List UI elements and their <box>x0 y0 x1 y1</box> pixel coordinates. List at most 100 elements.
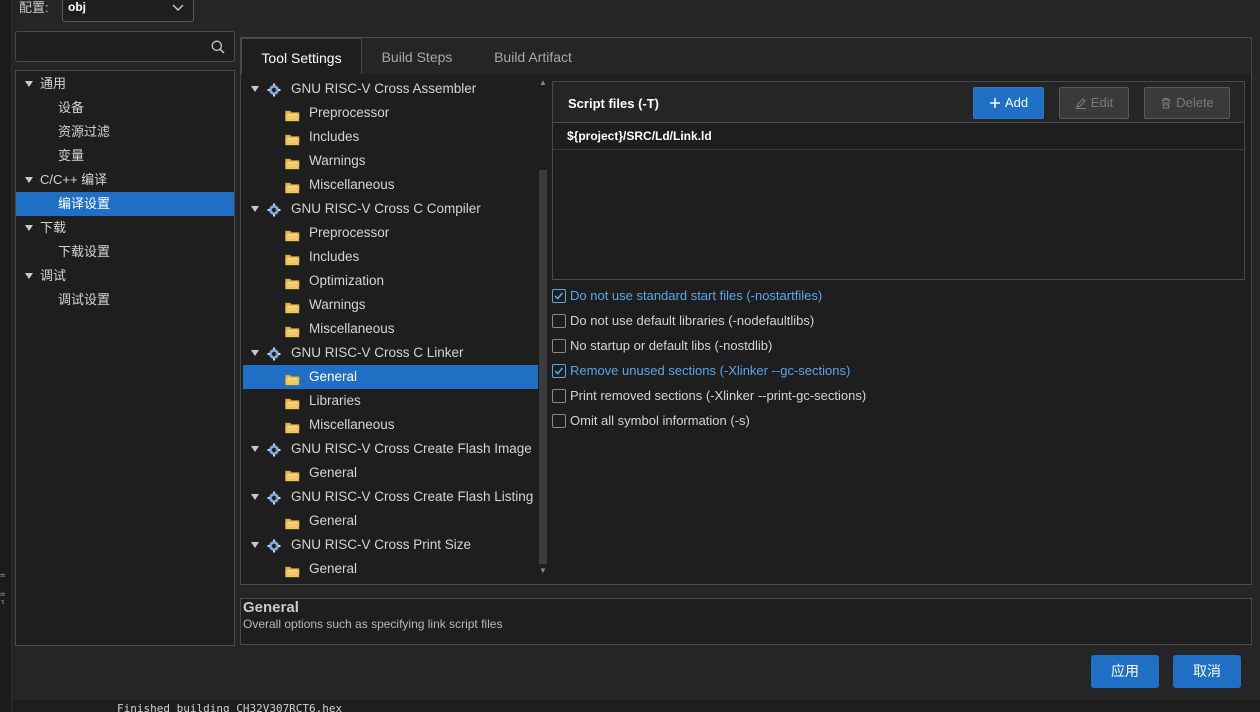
left-tree-item-label: 下载设置 <box>58 244 111 259</box>
checkbox-unchecked-icon[interactable] <box>552 414 566 428</box>
tool-tree-page[interactable]: General <box>243 557 538 581</box>
tool-tree-tool[interactable]: GNU RISC-V Cross Print Size <box>243 533 538 557</box>
option-checkbox-row[interactable]: Print removed sections (-Xlinker --print… <box>552 388 952 408</box>
tool-tree-label: General <box>309 561 358 576</box>
tab-build-artifact[interactable]: Build Artifact <box>472 38 594 74</box>
tool-tree-tool[interactable]: GNU RISC-V Cross Create Flash Listing <box>243 485 538 509</box>
tool-tree-page[interactable]: Warnings <box>243 293 538 317</box>
tool-tree-label: GNU RISC-V Cross Print Size <box>291 537 472 552</box>
left-tree-item[interactable]: 下载 <box>16 216 234 240</box>
left-tree-item[interactable]: 编译设置 <box>16 192 234 216</box>
tool-tree-label: Miscellaneous <box>309 321 395 336</box>
left-tree-item[interactable]: 资源过滤 <box>16 120 234 144</box>
left-tree-item[interactable]: 变量 <box>16 144 234 168</box>
checkbox-unchecked-icon[interactable] <box>552 314 566 328</box>
apply-button[interactable]: 应用 <box>1091 655 1159 688</box>
left-tree-item-label: 通用 <box>40 76 67 91</box>
edge-mark-2: = ] <box>0 590 6 604</box>
left-tree-item[interactable]: 设备 <box>16 96 234 120</box>
expand-arrow-icon[interactable] <box>251 350 259 356</box>
option-checkbox-row[interactable]: Do not use default libraries (-nodefault… <box>552 313 952 333</box>
folder-icon <box>285 466 300 482</box>
expand-arrow-icon[interactable] <box>251 446 259 452</box>
tool-tree-page[interactable]: Miscellaneous <box>243 413 538 437</box>
tool-tree-label: Miscellaneous <box>309 417 395 432</box>
left-tree-item[interactable]: 调试 <box>16 264 234 288</box>
search-input[interactable] <box>22 36 202 58</box>
expand-arrow-icon[interactable] <box>25 81 33 87</box>
settings-category-tree: 通用设备资源过滤 变量 C/C++ 编译 编译设置 下载下载设置调试调试设置 <box>15 70 235 646</box>
tool-tree-page[interactable]: Preprocessor <box>243 221 538 245</box>
tool-tree-scrollbar-thumb[interactable] <box>539 170 547 564</box>
tool-tree-page[interactable]: Miscellaneous <box>243 173 538 197</box>
checkbox-checked-icon[interactable] <box>552 289 566 303</box>
gear-icon <box>267 537 281 553</box>
option-checkbox-row[interactable]: Do not use standard start files (-nostar… <box>552 288 952 308</box>
search-icon[interactable] <box>211 40 225 54</box>
expand-arrow-icon[interactable] <box>251 494 259 500</box>
left-tree-item[interactable]: 调试设置 <box>16 288 234 312</box>
add-button[interactable]: Add <box>973 87 1044 119</box>
tool-tree-label: Includes <box>309 129 360 144</box>
tool-tree: GNU RISC-V Cross Assembler Preprocessor In… <box>241 76 547 582</box>
left-tree-item[interactable]: C/C++ 编译 <box>16 168 234 192</box>
left-tree-item-label: 调试 <box>40 268 67 283</box>
checkbox-checked-icon[interactable] <box>552 364 566 378</box>
tool-tree-label: Optimization <box>309 273 385 288</box>
scroll-down-icon[interactable]: ▼ <box>539 566 547 575</box>
tool-tree-tool[interactable]: GNU RISC-V Cross C Linker <box>243 341 538 365</box>
tool-tree-page[interactable]: Includes <box>243 245 538 269</box>
left-tree-item-label: 设备 <box>58 100 85 115</box>
tool-tree-page[interactable]: Libraries <box>243 389 538 413</box>
expand-arrow-icon[interactable] <box>251 206 259 212</box>
tool-tree-tool[interactable]: GNU RISC-V Cross C Compiler <box>243 197 538 221</box>
folder-icon <box>285 106 300 122</box>
option-label: Remove unused sections (-Xlinker --gc-se… <box>570 363 851 378</box>
tool-tree-page[interactable]: Includes <box>243 125 538 149</box>
folder-icon <box>285 274 300 290</box>
tool-tree-tool[interactable]: GNU RISC-V Cross Assembler <box>243 77 538 101</box>
expand-arrow-icon[interactable] <box>251 86 259 92</box>
expand-arrow-icon[interactable] <box>25 225 33 231</box>
option-checkbox-row[interactable]: No startup or default libs (-nostdlib) <box>552 338 952 358</box>
tool-tree-label: GNU RISC-V Cross Create Flash Image <box>291 441 532 456</box>
expand-arrow-icon[interactable] <box>25 273 33 279</box>
script-files-title: Script files (-T) <box>568 96 660 111</box>
tab-tool-settings[interactable]: Tool Settings <box>241 38 362 74</box>
tab-build-steps[interactable]: Build Steps <box>362 38 472 74</box>
tool-tree-page[interactable]: Optimization <box>243 269 538 293</box>
option-checkbox-row[interactable]: Remove unused sections (-Xlinker --gc-se… <box>552 363 952 383</box>
script-file-path: ${project}/SRC/Ld/Link.ld <box>567 129 712 143</box>
tool-tree-page[interactable]: General <box>243 365 538 389</box>
tool-tree-page[interactable]: Preprocessor <box>243 101 538 125</box>
script-file-entry[interactable]: ${project}/SRC/Ld/Link.ld <box>553 124 1244 150</box>
tool-tree-label: Preprocessor <box>309 225 390 240</box>
tool-tree-page[interactable]: Warnings <box>243 149 538 173</box>
folder-icon <box>285 562 300 578</box>
plus-icon <box>989 98 1000 108</box>
config-value: obj <box>68 0 86 14</box>
tool-tree-page[interactable]: General <box>243 461 538 485</box>
tool-tree-label: General <box>309 465 358 480</box>
cancel-button[interactable]: 取消 <box>1173 655 1241 688</box>
checkbox-unchecked-icon[interactable] <box>552 339 566 353</box>
tool-tree-label: Miscellaneous <box>309 177 395 192</box>
option-label: Omit all symbol information (-s) <box>570 413 750 428</box>
left-tree-item[interactable]: 通用 <box>16 72 234 96</box>
gear-icon <box>267 441 281 457</box>
scroll-up-icon[interactable]: ▲ <box>539 78 547 87</box>
folder-icon <box>285 130 300 146</box>
tool-tree-page[interactable]: General <box>243 509 538 533</box>
edit-button[interactable]: Edit <box>1059 87 1129 119</box>
expand-arrow-icon[interactable] <box>251 542 259 548</box>
option-checkbox-row[interactable]: Omit all symbol information (-s) <box>552 413 952 433</box>
config-select[interactable]: obj <box>62 0 194 22</box>
tool-tree-page[interactable]: Miscellaneous <box>243 317 538 341</box>
tool-tree-label: Libraries <box>309 393 361 408</box>
tool-tree-label: Includes <box>309 249 360 264</box>
checkbox-unchecked-icon[interactable] <box>552 389 566 403</box>
expand-arrow-icon[interactable] <box>25 177 33 183</box>
tool-tree-tool[interactable]: GNU RISC-V Cross Create Flash Image <box>243 437 538 461</box>
left-tree-item[interactable]: 下载设置 <box>16 240 234 264</box>
delete-button[interactable]: Delete <box>1144 87 1230 119</box>
